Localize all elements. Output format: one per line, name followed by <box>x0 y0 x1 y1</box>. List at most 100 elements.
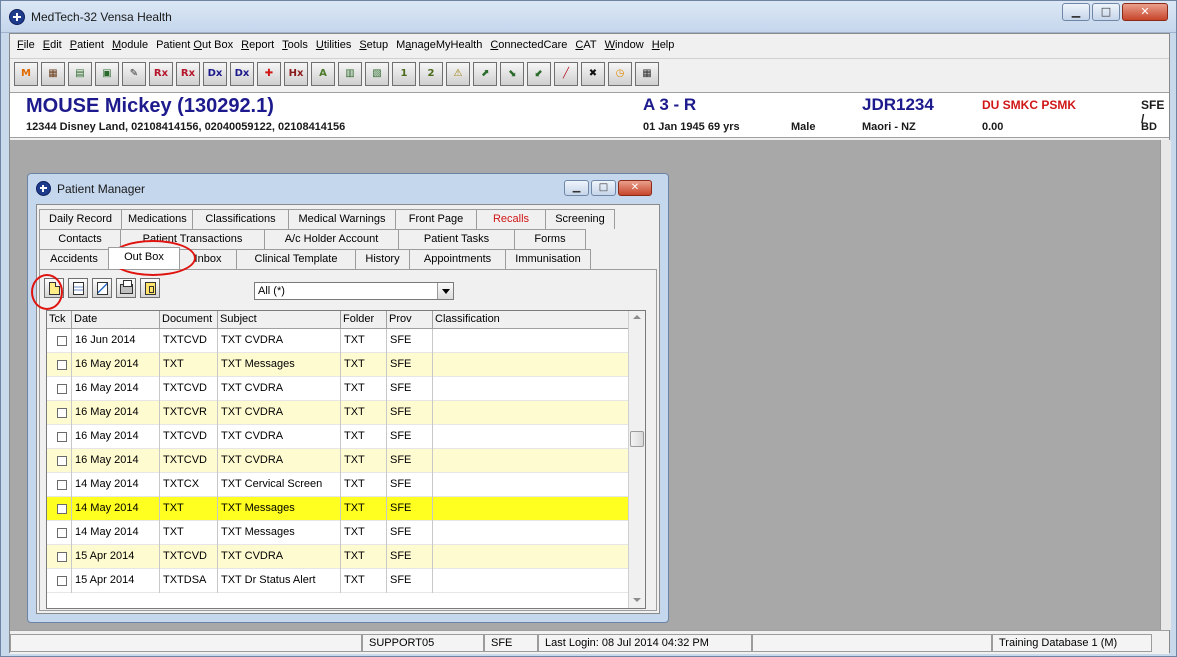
tab-patient-transactions[interactable]: Patient Transactions <box>120 229 265 249</box>
close-button[interactable]: ✕ <box>1122 3 1168 21</box>
document-chart-button[interactable] <box>92 278 112 298</box>
toolbar-button[interactable]: ▤ <box>68 61 92 86</box>
document-properties-button[interactable] <box>68 278 88 298</box>
column-header[interactable]: Prov <box>387 311 433 329</box>
scroll-up-icon[interactable] <box>633 315 641 319</box>
pm-close-button[interactable]: ✕ <box>618 180 652 196</box>
toolbar-button[interactable]: ▦ <box>635 61 659 86</box>
tab-out-box[interactable]: Out Box <box>108 247 180 269</box>
menu-item[interactable]: File <box>16 37 36 53</box>
folder-filter-select[interactable]: All (*) <box>254 282 454 300</box>
scroll-down-icon[interactable] <box>633 598 641 602</box>
table-row[interactable]: 16 May 2014 TXTCVD TXT CVDRA TXT SFE <box>47 449 637 473</box>
toolbar-button[interactable]: Rx <box>176 61 200 86</box>
maximize-button[interactable]: □ <box>1092 3 1120 21</box>
tick-checkbox[interactable] <box>57 456 67 466</box>
minimize-button[interactable]: ▁ <box>1062 3 1090 21</box>
menu-item[interactable]: Help <box>651 37 676 53</box>
table-row[interactable]: 16 May 2014 TXTCVR TXT CVDRA TXT SFE <box>47 401 637 425</box>
tab-history[interactable]: History <box>355 249 410 269</box>
toolbar-button[interactable]: A <box>311 61 335 86</box>
toolbar-button[interactable]: ▥ <box>338 61 362 86</box>
tick-checkbox[interactable] <box>57 432 67 442</box>
toolbar-button[interactable]: ⬈ <box>473 61 497 86</box>
tick-checkbox[interactable] <box>57 552 67 562</box>
menu-item[interactable]: Window <box>604 37 645 53</box>
menu-item[interactable]: ConnectedCare <box>489 37 568 53</box>
table-row[interactable]: 16 May 2014 TXTCVD TXT CVDRA TXT SFE <box>47 377 637 401</box>
toolbar-button[interactable]: ◷ <box>608 61 632 86</box>
column-header[interactable]: Folder <box>341 311 387 329</box>
menu-item[interactable]: Report <box>240 37 275 53</box>
column-header[interactable]: Classification <box>433 311 637 329</box>
tab-a-c-holder-account[interactable]: A/c Holder Account <box>264 229 399 249</box>
tick-checkbox[interactable] <box>57 480 67 490</box>
toolbar-button[interactable]: Hx <box>284 61 308 86</box>
menu-item[interactable]: Patient <box>69 37 105 53</box>
tab-clinical-template[interactable]: Clinical Template <box>236 249 356 269</box>
tab-medical-warnings[interactable]: Medical Warnings <box>288 209 396 229</box>
title-bar[interactable]: MedTech-32 Vensa Health ▁ □ ✕ <box>1 1 1176 33</box>
toolbar-button[interactable]: ✎ <box>122 61 146 86</box>
menu-item[interactable]: CAT <box>574 37 597 53</box>
tick-checkbox[interactable] <box>57 408 67 418</box>
tick-checkbox[interactable] <box>57 528 67 538</box>
table-row[interactable]: 16 Jun 2014 TXTCVD TXT CVDRA TXT SFE <box>47 329 637 353</box>
pm-minimize-button[interactable]: ▁ <box>564 180 589 196</box>
table-row[interactable]: 15 Apr 2014 TXTDSA TXT Dr Status Alert TXT S… <box>47 569 637 593</box>
tab-classifications[interactable]: Classifications <box>192 209 289 229</box>
tab-daily-record[interactable]: Daily Record <box>39 209 122 229</box>
tab-contacts[interactable]: Contacts <box>39 229 121 249</box>
menu-item[interactable]: ManageMyHealth <box>395 37 483 53</box>
tab-accidents[interactable]: Accidents <box>39 249 109 269</box>
toolbar-button[interactable]: 1 <box>392 61 416 86</box>
toolbar-button[interactable]: ▦ <box>41 61 65 86</box>
toolbar-button[interactable]: ⬊ <box>500 61 524 86</box>
menu-item[interactable]: Module <box>111 37 149 53</box>
tab-inbox[interactable]: Inbox <box>179 249 237 269</box>
tab-patient-tasks[interactable]: Patient Tasks <box>398 229 515 249</box>
toolbar-button[interactable]: Dx <box>203 61 227 86</box>
table-row[interactable]: 15 Apr 2014 TXTCVD TXT CVDRA TXT SFE <box>47 545 637 569</box>
column-header[interactable]: Tck <box>47 311 72 329</box>
toolbar-button[interactable]: ▧ <box>365 61 389 86</box>
tab-immunisation[interactable]: Immunisation <box>505 249 591 269</box>
chevron-down-icon[interactable] <box>437 283 453 299</box>
menu-item[interactable]: Patient Out Box <box>155 37 234 53</box>
menu-item[interactable]: Tools <box>281 37 309 53</box>
tab-front-page[interactable]: Front Page <box>395 209 477 229</box>
toolbar-button[interactable]: ✖ <box>581 61 605 86</box>
scroll-thumb[interactable] <box>630 431 644 447</box>
toolbar-button[interactable]: ⬋ <box>527 61 551 86</box>
menu-item[interactable]: Utilities <box>315 37 352 53</box>
table-row[interactable]: 14 May 2014 TXT TXT Messages TXT SFE <box>47 497 637 521</box>
tick-checkbox[interactable] <box>57 384 67 394</box>
toolbar-button[interactable]: ▣ <box>95 61 119 86</box>
workspace-scrollbar[interactable] <box>1160 140 1171 630</box>
tab-recalls[interactable]: Recalls <box>476 209 546 229</box>
tab-medications[interactable]: Medications <box>121 209 193 229</box>
tab-forms[interactable]: Forms <box>514 229 586 249</box>
tick-checkbox[interactable] <box>57 336 67 346</box>
tick-checkbox[interactable] <box>57 504 67 514</box>
pm-maximize-button[interactable]: □ <box>591 180 616 196</box>
tick-checkbox[interactable] <box>57 576 67 586</box>
toolbar-button[interactable]: Dx <box>230 61 254 86</box>
print-button[interactable] <box>116 278 136 298</box>
tab-screening[interactable]: Screening <box>545 209 615 229</box>
menu-item[interactable]: Setup <box>358 37 389 53</box>
toolbar-button[interactable]: ╱ <box>554 61 578 86</box>
toolbar-button[interactable]: 2 <box>419 61 443 86</box>
toolbar-button[interactable]: Rx <box>149 61 173 86</box>
table-row[interactable]: 16 May 2014 TXT TXT Messages TXT SFE <box>47 353 637 377</box>
tab-appointments[interactable]: Appointments <box>409 249 506 269</box>
table-row[interactable]: 16 May 2014 TXTCVD TXT CVDRA TXT SFE <box>47 425 637 449</box>
table-row[interactable]: 14 May 2014 TXTCX TXT Cervical Screen TXT SF… <box>47 473 637 497</box>
grid-scrollbar[interactable] <box>628 311 645 608</box>
table-row[interactable]: 14 May 2014 TXT TXT Messages TXT SFE <box>47 521 637 545</box>
toolbar-button[interactable]: ⚠ <box>446 61 470 86</box>
toolbar-button[interactable]: ✚ <box>257 61 281 86</box>
column-header[interactable]: Date <box>72 311 160 329</box>
select-button[interactable] <box>140 278 160 298</box>
menu-item[interactable]: Edit <box>42 37 63 53</box>
